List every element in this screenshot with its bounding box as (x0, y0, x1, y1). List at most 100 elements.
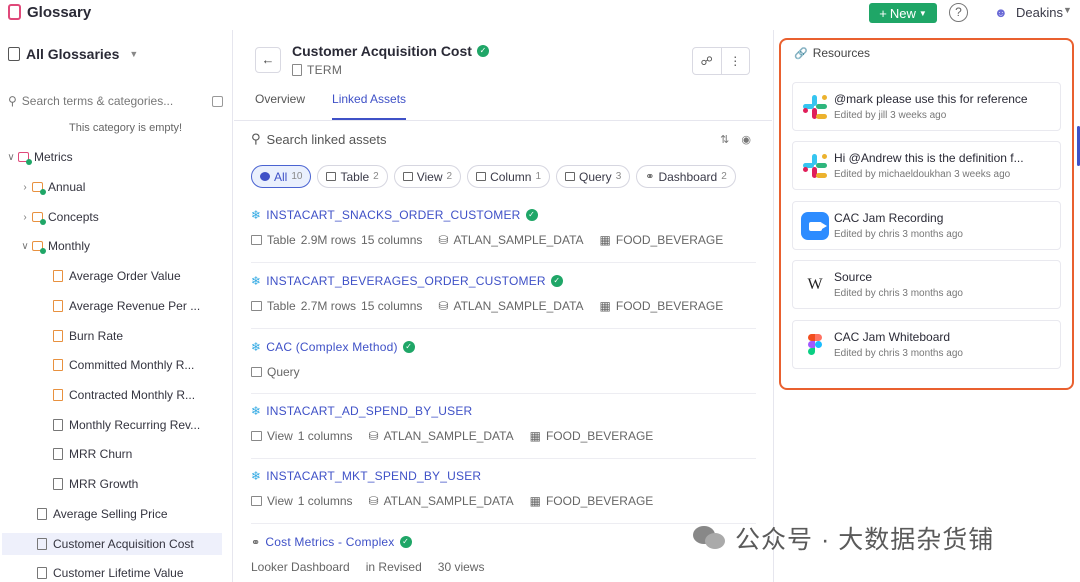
linked-assets-search[interactable]: ⚲ Search linked assets ⇅ ◉ (251, 131, 751, 147)
asset-rows: 2.9M rows (300, 233, 357, 247)
linked-assets-search-input[interactable]: Search linked assets (267, 132, 715, 147)
asset-name[interactable]: INSTACART_SNACKS_ORDER_CUSTOMER (266, 208, 520, 222)
sort-icon[interactable]: ⇅ (720, 133, 729, 146)
chevron-down-icon[interactable]: ∨ (18, 241, 32, 252)
collapse-all-icon[interactable] (212, 95, 223, 107)
asset-name[interactable]: INSTACART_MKT_SPEND_BY_USER (266, 469, 481, 483)
resources-panel: 🔗 Resources @mark please use this for re… (779, 38, 1074, 390)
resource-name[interactable]: Source (834, 270, 1056, 284)
sidebar-item-monthly[interactable]: ∨ Monthly (18, 235, 229, 257)
chevron-right-icon[interactable]: › (18, 182, 32, 193)
term-icon (292, 64, 302, 76)
asset-type: View (267, 429, 293, 443)
user-icon: ☻ (994, 5, 1008, 20)
chevron-down-icon[interactable]: ∨ (4, 152, 18, 163)
linked-asset-row[interactable]: ❄ INSTACART_BEVERAGES_ORDER_CUSTOMER ✓ T… (251, 274, 756, 313)
sidebar-item-term[interactable]: Committed Monthly R... (53, 354, 229, 376)
asset-name[interactable]: INSTACART_AD_SPEND_BY_USER (266, 404, 472, 418)
linked-asset-row[interactable]: ❄ CAC (Complex Method) ✓ Query (251, 340, 756, 379)
sidebar-item-annual[interactable]: › Annual (18, 176, 229, 198)
back-button[interactable]: ← (255, 47, 281, 73)
filter-label: Query (579, 169, 612, 184)
filter-dashboard[interactable]: ⚭ Dashboard 2 (636, 165, 736, 188)
resource-name[interactable]: Hi @Andrew this is the definition f... (834, 151, 1056, 165)
sidebar-item-term[interactable]: MRR Churn (53, 443, 229, 465)
sidebar-item-term[interactable]: Contracted Monthly R... (53, 384, 229, 406)
sidebar-item-term[interactable]: Average Order Value (53, 265, 229, 287)
new-button[interactable]: + New ▼ (869, 3, 937, 23)
looker-icon: ⚭ (645, 171, 655, 183)
resource-card[interactable]: Hi @Andrew this is the definition f... E… (792, 141, 1061, 190)
linked-asset-row[interactable]: ❄ INSTACART_MKT_SPEND_BY_USER View 1 col… (251, 469, 756, 508)
filter-view[interactable]: View 2 (393, 165, 462, 188)
glossary-sidebar: All Glossaries ▼ ⚲ Search terms & catego… (0, 30, 233, 582)
resource-card[interactable]: CAC Jam Recording Edited by chris 3 mont… (792, 201, 1061, 250)
sidebar-item-term[interactable]: Customer Lifetime Value (37, 562, 229, 582)
asset-type-filters: All 10 Table 2 View 2 Column 1 Query 3 ⚭… (251, 165, 736, 188)
resource-card[interactable]: @mark please use this for reference Edit… (792, 82, 1061, 131)
resource-name[interactable]: CAC Jam Recording (834, 211, 1056, 225)
tab-linked-assets[interactable]: Linked Assets (332, 92, 407, 120)
database-icon: ⛁ (368, 494, 379, 508)
asset-name[interactable]: INSTACART_BEVERAGES_ORDER_CUSTOMER (266, 274, 546, 288)
linked-asset-row[interactable]: ❄ INSTACART_AD_SPEND_BY_USER View 1 colu… (251, 404, 756, 443)
verified-icon: ✓ (399, 536, 412, 548)
divider (251, 393, 756, 394)
view-icon (251, 496, 262, 506)
asset-folder: in Revised (365, 560, 422, 574)
resource-card[interactable]: W Source Edited by chris 3 months ago (792, 260, 1061, 309)
linked-asset-row[interactable]: ⚭ Cost Metrics - Complex ✓ Looker Dashbo… (251, 535, 756, 574)
database-icon: ⛁ (438, 299, 449, 313)
asset-type: Table (267, 299, 296, 313)
link-icon: 🔗 (794, 47, 808, 60)
snowflake-icon: ❄ (251, 469, 262, 483)
asset-database: ATLAN_SAMPLE_DATA (453, 233, 584, 247)
sidebar-search[interactable]: ⚲ Search terms & categories... (8, 94, 223, 108)
sidebar-item-active-term[interactable]: Customer Acquisition Cost (2, 533, 222, 555)
filter-table[interactable]: Table 2 (317, 165, 388, 188)
resource-card[interactable]: CAC Jam Whiteboard Edited by chris 3 mon… (792, 320, 1061, 369)
filter-label: Table (340, 169, 370, 184)
asset-name[interactable]: CAC (Complex Method) (266, 340, 397, 354)
book-icon (8, 47, 20, 61)
resource-meta: Edited by michaeldoukhan 3 weeks ago (834, 169, 1011, 180)
filter-all[interactable]: All 10 (251, 165, 312, 188)
sidebar-item-concepts[interactable]: › Concepts (18, 206, 229, 228)
linked-asset-row[interactable]: ❄ INSTACART_SNACKS_ORDER_CUSTOMER ✓ Tabl… (251, 208, 756, 247)
share-icon[interactable]: ☍ (693, 48, 721, 74)
sidebar-item-metrics[interactable]: ∨ Metrics (4, 146, 229, 168)
divider (251, 262, 756, 263)
resource-name[interactable]: @mark please use this for reference (834, 92, 1056, 106)
asset-columns: 1 columns (297, 429, 353, 443)
sidebar-item-term[interactable]: Average Selling Price (37, 503, 229, 525)
asset-type: Table (267, 233, 296, 247)
watermark-text: 公众号 · 大数据杂货铺 (735, 526, 995, 554)
filter-count: 3 (615, 171, 622, 182)
wechat-icon (693, 524, 727, 552)
sidebar-search-input[interactable]: Search terms & categories... (22, 94, 207, 108)
asset-database: ATLAN_SAMPLE_DATA (383, 494, 514, 508)
glossary-selector[interactable]: All Glossaries ▼ (8, 46, 138, 62)
sidebar-item-label: MRR Growth (69, 477, 139, 491)
eye-icon[interactable]: ◉ (741, 133, 751, 146)
wikipedia-icon: W (807, 276, 823, 293)
query-icon (251, 367, 262, 377)
sidebar-item-term[interactable]: Burn Rate (53, 325, 229, 347)
filter-column[interactable]: Column 1 (467, 165, 550, 188)
asset-type: Looker Dashboard (251, 560, 350, 574)
filter-count: 2 (446, 171, 453, 182)
user-menu[interactable]: Deakins (1016, 5, 1063, 20)
chevron-right-icon[interactable]: › (18, 212, 32, 223)
sidebar-item-term[interactable]: Average Revenue Per ... (53, 295, 229, 317)
more-options-icon[interactable]: ⋮ (720, 48, 750, 74)
help-icon[interactable]: ? (949, 3, 968, 22)
divider (251, 458, 756, 459)
filter-query[interactable]: Query 3 (556, 165, 631, 188)
tab-overview[interactable]: Overview (255, 92, 305, 120)
search-icon: ⚲ (251, 131, 261, 146)
sidebar-item-term[interactable]: MRR Growth (53, 473, 229, 495)
resource-name[interactable]: CAC Jam Whiteboard (834, 330, 1056, 344)
chevron-down-icon[interactable]: ▼ (1063, 5, 1072, 15)
sidebar-item-term[interactable]: Monthly Recurring Rev... (53, 414, 229, 436)
asset-name[interactable]: Cost Metrics - Complex (265, 535, 394, 549)
